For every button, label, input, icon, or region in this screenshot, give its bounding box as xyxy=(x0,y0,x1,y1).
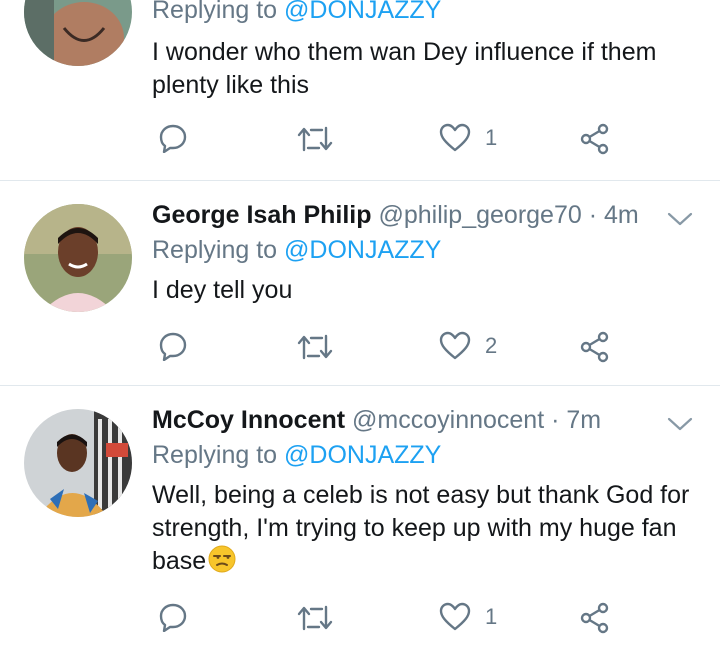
mention-link[interactable]: @DONJAZZY xyxy=(284,0,441,24)
tweet-3[interactable]: McCoy Innocent @mccoyinnocent · 7m Reply… xyxy=(0,386,720,658)
tweet-header: George Isah Philip @philip_george70 · 4m xyxy=(152,201,639,230)
tweet-2[interactable]: George Isah Philip @philip_george70 · 4m… xyxy=(0,181,720,385)
user-handle[interactable]: @philip_george70 xyxy=(378,201,581,229)
share-icon xyxy=(580,123,609,155)
user-handle[interactable]: @mccoyinnocent xyxy=(352,406,544,434)
avatar-image xyxy=(24,204,132,312)
timestamp: 4m xyxy=(604,201,639,229)
replying-label: Replying to xyxy=(152,0,278,24)
like-icon xyxy=(439,331,471,360)
retweet-button[interactable] xyxy=(297,124,333,154)
like-icon xyxy=(439,602,471,631)
avatar[interactable] xyxy=(24,409,132,517)
retweet-icon xyxy=(297,126,333,152)
chevron-down-icon xyxy=(667,212,693,226)
tweet-text: I dey tell you xyxy=(152,276,293,304)
share-icon xyxy=(580,602,609,634)
replying-to: Replying to @DONJAZZY xyxy=(152,441,441,470)
share-button[interactable] xyxy=(579,123,611,155)
reply-icon xyxy=(159,603,187,632)
more-options-button[interactable] xyxy=(666,209,694,229)
display-name[interactable]: George Isah Philip xyxy=(152,201,372,229)
timestamp: 7m xyxy=(566,406,602,434)
mention-link[interactable]: @DONJAZZY xyxy=(284,236,441,264)
like-count: 1 xyxy=(485,125,498,150)
like-button[interactable]: 2 xyxy=(439,331,497,361)
reply-button[interactable] xyxy=(158,602,188,632)
avatar[interactable] xyxy=(24,0,132,66)
reply-button[interactable] xyxy=(158,123,188,153)
share-button[interactable] xyxy=(579,331,611,363)
like-count: 2 xyxy=(485,333,498,358)
tweet-text: Well, being a celeb is not easy but than… xyxy=(152,479,692,578)
tweet-1[interactable]: Replying to @DONJAZZY I wonder who them … xyxy=(0,0,720,180)
more-options-button[interactable] xyxy=(666,414,694,434)
separator-dot: · xyxy=(588,201,598,229)
avatar-image xyxy=(24,409,132,517)
retweet-icon xyxy=(297,334,333,360)
replying-to: Replying to @DONJAZZY xyxy=(152,236,441,265)
tweet-text: I wonder who them wan Dey influence if t… xyxy=(152,38,657,99)
replying-label: Replying to xyxy=(152,236,278,264)
reply-icon xyxy=(159,124,187,153)
avatar-image xyxy=(24,0,132,66)
reply-icon xyxy=(159,332,187,361)
retweet-button[interactable] xyxy=(297,332,333,362)
display-name[interactable]: McCoy Innocent xyxy=(152,406,345,434)
like-button[interactable]: 1 xyxy=(439,602,497,632)
like-button[interactable]: 1 xyxy=(439,123,497,153)
avatar[interactable] xyxy=(24,204,132,312)
like-count: 1 xyxy=(485,604,498,629)
reply-button[interactable] xyxy=(158,331,188,361)
tweet-header: McCoy Innocent @mccoyinnocent · 7m xyxy=(152,406,601,435)
replying-to: Replying to @DONJAZZY xyxy=(152,0,441,25)
share-button[interactable] xyxy=(579,602,611,634)
retweet-button[interactable] xyxy=(297,603,333,633)
replying-label: Replying to xyxy=(152,441,278,469)
mention-link[interactable]: @DONJAZZY xyxy=(284,441,441,469)
like-icon xyxy=(439,123,471,152)
share-icon xyxy=(580,331,609,363)
retweet-icon xyxy=(297,605,333,631)
separator-dot: · xyxy=(551,406,560,434)
unamused-face-emoji xyxy=(208,545,236,573)
chevron-down-icon xyxy=(667,417,693,431)
